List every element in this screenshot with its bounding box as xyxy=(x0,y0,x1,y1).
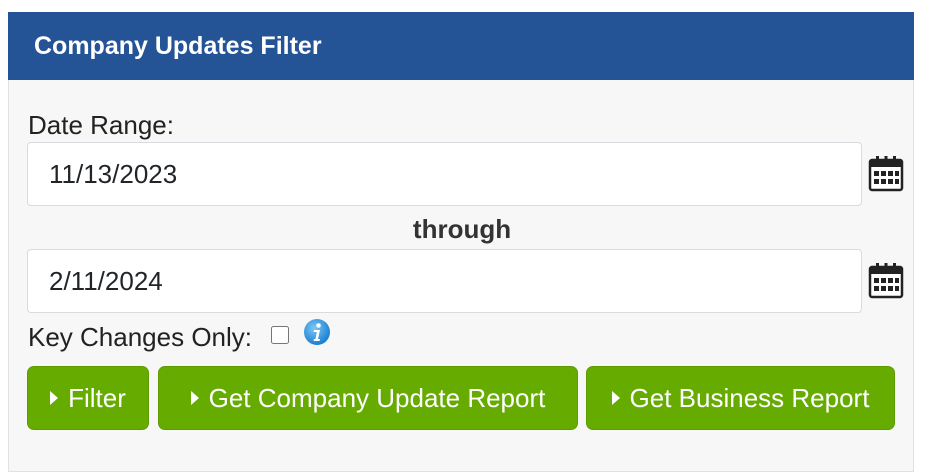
get-business-report-button[interactable]: Get Business Report xyxy=(586,366,895,430)
end-date-calendar-icon[interactable] xyxy=(867,262,905,300)
get-company-update-report-label: Get Company Update Report xyxy=(208,382,546,413)
get-company-update-report-button[interactable]: Get Company Update Report xyxy=(158,366,578,430)
panel-title: Company Updates Filter xyxy=(8,12,914,80)
info-icon[interactable] xyxy=(303,318,331,346)
start-date-calendar-icon[interactable] xyxy=(867,155,905,193)
caret-right-icon xyxy=(611,391,620,405)
end-date-input[interactable] xyxy=(27,249,862,313)
get-business-report-label: Get Business Report xyxy=(629,382,870,413)
caret-right-icon xyxy=(50,391,59,405)
start-date-input[interactable] xyxy=(27,142,862,206)
filter-panel: Company Updates Filter Date Range: throu… xyxy=(8,12,914,472)
filter-button[interactable]: Filter xyxy=(27,366,149,430)
key-changes-label: Key Changes Only: xyxy=(28,322,253,352)
key-changes-checkbox[interactable] xyxy=(271,326,289,344)
date-range-label: Date Range: xyxy=(28,110,174,140)
caret-right-icon xyxy=(190,391,199,405)
filter-button-label: Filter xyxy=(68,382,126,413)
through-label: through xyxy=(412,214,512,244)
